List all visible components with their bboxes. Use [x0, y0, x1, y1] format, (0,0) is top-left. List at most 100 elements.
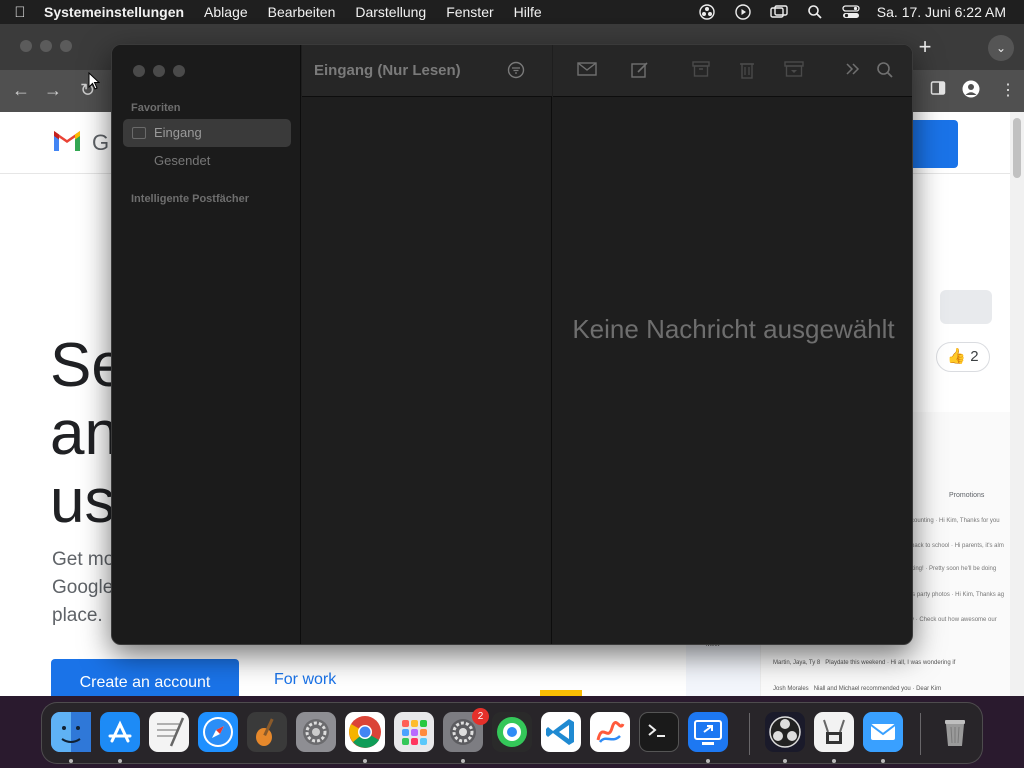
- find-my-icon[interactable]: [492, 712, 532, 752]
- chrome-menu-icon[interactable]: ⋮: [1000, 80, 1016, 100]
- hero-subtitle-line: place.: [52, 605, 103, 626]
- mailbox-sent-label: Gesendet: [154, 153, 211, 168]
- mail-toolbar: [553, 45, 912, 97]
- search-icon[interactable]: [876, 61, 896, 81]
- filter-icon[interactable]: [507, 61, 525, 79]
- list-row-sender: Martin, Jaya, Ty 8: [773, 660, 821, 666]
- list-row-subject: Niall and Michael recommended you · Dear…: [813, 686, 942, 692]
- message-list-title: Eingang (Nur Lesen): [314, 62, 461, 79]
- running-indicator: [118, 759, 122, 763]
- mail-close-button[interactable]: [133, 65, 145, 77]
- new-tab-icon[interactable]: +: [914, 34, 936, 60]
- more-toolbar-icon[interactable]: [845, 61, 865, 81]
- hero-subtitle-line: Google: [52, 577, 114, 598]
- control-center-icon[interactable]: [833, 0, 869, 24]
- inbox-icon: [132, 127, 146, 139]
- gmail-logo-icon[interactable]: [52, 130, 82, 152]
- system-information-icon[interactable]: [814, 712, 854, 752]
- reaction-chip: 👍 2: [936, 342, 990, 372]
- menu-bar:  Systemeinstellungen Ablage Bearbeiten …: [0, 0, 1024, 24]
- forward-icon[interactable]: →: [44, 80, 62, 101]
- obs-icon[interactable]: [765, 712, 805, 752]
- list-row: Martin, Jaya, Ty 8 Playdate this weekend…: [773, 660, 955, 666]
- menu-app-name[interactable]: Systemeinstellungen: [40, 0, 194, 24]
- zoom-window-button[interactable]: [60, 40, 72, 52]
- preview-row: back to school · Hi parents, it's alm: [911, 543, 1004, 549]
- list-row-sender: Josh Morales: [773, 686, 809, 692]
- preview-row: king! · Pretty soon he'll be doing: [911, 566, 997, 572]
- garageband-icon[interactable]: [247, 712, 287, 752]
- menu-hilfe[interactable]: Hilfe: [504, 0, 552, 24]
- archive-icon[interactable]: [692, 61, 712, 81]
- obs-status-icon[interactable]: [689, 0, 725, 24]
- thumbs-up-icon: 👍: [947, 348, 967, 365]
- promotions-tab-label: Promotions: [949, 492, 985, 499]
- play-status-icon[interactable]: [725, 0, 761, 24]
- dock-separator: [749, 713, 750, 755]
- for-work-link[interactable]: For work: [274, 671, 336, 689]
- running-indicator: [363, 759, 367, 763]
- get-mail-icon[interactable]: [577, 61, 597, 81]
- profile-icon[interactable]: [962, 80, 980, 103]
- close-window-button[interactable]: [20, 40, 32, 52]
- menu-ablage[interactable]: Ablage: [194, 0, 258, 24]
- hero-subtitle-line: Get mo: [52, 549, 115, 570]
- safari-icon[interactable]: [198, 712, 238, 752]
- mail-zoom-button[interactable]: [173, 65, 185, 77]
- notification-badge: 2: [472, 708, 489, 725]
- mail-icon[interactable]: [863, 712, 903, 752]
- hero-subtitle: Get mo Google place.: [52, 546, 114, 630]
- decorative-shape: [540, 690, 582, 696]
- mail-window: Favoriten Eingang Gesendet Intelligente …: [111, 44, 913, 645]
- tab-search-icon[interactable]: ⌄: [988, 35, 1014, 61]
- smart-mailboxes-header[interactable]: Intelligente Postfächer: [131, 193, 249, 205]
- mailbox-inbox-label: Eingang: [154, 125, 202, 140]
- system-preferences-icon[interactable]: [296, 712, 336, 752]
- trash-bin-icon[interactable]: [935, 712, 975, 752]
- chrome-icon[interactable]: [345, 712, 385, 752]
- system-settings-icon[interactable]: 2: [443, 708, 489, 752]
- mail-minimize-button[interactable]: [153, 65, 165, 77]
- menu-darstellung[interactable]: Darstellung: [345, 0, 436, 24]
- reaction-count: 2: [970, 348, 979, 365]
- junk-icon[interactable]: [784, 61, 804, 81]
- menu-clock[interactable]: Sa. 17. Juni 6:22 AM: [869, 4, 1024, 20]
- list-row: Josh Morales Niall and Michael recommend…: [773, 686, 941, 692]
- terminal-icon[interactable]: [639, 712, 679, 752]
- menu-bearbeiten[interactable]: Bearbeiten: [258, 0, 346, 24]
- running-indicator: [881, 759, 885, 763]
- side-panel-icon[interactable]: [930, 80, 946, 101]
- app-store-icon[interactable]: [100, 712, 140, 752]
- apple-menu-icon[interactable]: : [0, 4, 40, 21]
- screen-mirror-icon[interactable]: [761, 0, 797, 24]
- create-account-button[interactable]: Create an account: [51, 659, 239, 696]
- mailbox-inbox[interactable]: Eingang: [123, 119, 291, 147]
- no-message-selected-text: Keine Nachricht ausgewählt: [572, 314, 895, 344]
- trash-icon[interactable]: [739, 61, 759, 81]
- running-indicator: [461, 759, 465, 763]
- page-scrollbar[interactable]: [1010, 112, 1024, 696]
- back-icon[interactable]: ←: [12, 80, 30, 101]
- dock-separator: [920, 713, 921, 755]
- preview-row: y · Check out how awesome our: [911, 617, 997, 623]
- gmail-wordmark: G: [92, 130, 110, 155]
- launchpad-icon[interactable]: [394, 712, 434, 752]
- screen-sharing-icon[interactable]: [688, 712, 728, 752]
- dock: 2: [41, 702, 983, 764]
- textedit-icon[interactable]: [149, 712, 189, 752]
- favorites-header[interactable]: Favoriten: [131, 102, 181, 114]
- minimize-window-button[interactable]: [40, 40, 52, 52]
- mailbox-sent[interactable]: Gesendet: [123, 147, 291, 175]
- compose-icon[interactable]: [631, 61, 651, 81]
- scrollbar-thumb[interactable]: [1013, 118, 1021, 178]
- message-list-pane: Eingang (Nur Lesen): [302, 45, 552, 644]
- freeform-icon[interactable]: [590, 712, 630, 752]
- running-indicator: [69, 759, 73, 763]
- message-list-header: Eingang (Nur Lesen): [302, 45, 552, 97]
- menu-fenster[interactable]: Fenster: [436, 0, 503, 24]
- vscode-icon[interactable]: [541, 712, 581, 752]
- preview-row: 's party photos · Hi Kim, Thanks ag: [911, 592, 1005, 598]
- running-indicator: [706, 759, 710, 763]
- finder-icon[interactable]: [51, 712, 91, 752]
- spotlight-search-icon[interactable]: [797, 0, 833, 24]
